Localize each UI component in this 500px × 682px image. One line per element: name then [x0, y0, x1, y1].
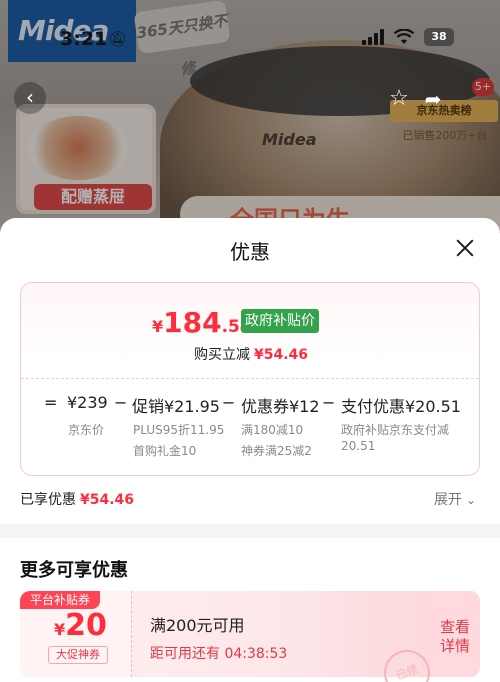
instant-discount-line: 购买立减 ¥54.46	[194, 344, 308, 364]
final-price-currency: ¥	[152, 317, 164, 336]
share-icon[interactable]: ➦	[420, 86, 446, 112]
back-button[interactable]: ‹	[14, 82, 46, 114]
formula-coupon-sub-2: 神券满25减2	[241, 444, 312, 458]
coupon-action-line-1: 查看	[439, 618, 470, 636]
formula-list-price-label: 京东价	[68, 423, 105, 437]
formula-coupon-sub-1: 满180减10	[241, 423, 304, 437]
dashed-divider	[21, 378, 479, 379]
formula-minus: −	[222, 393, 236, 412]
more-offers-title: 更多可享优惠	[20, 560, 128, 581]
final-price: ¥184.54	[152, 306, 252, 339]
instant-discount-label: 购买立减	[194, 347, 250, 363]
expand-label: 展开	[434, 492, 462, 508]
section-gap	[0, 524, 500, 538]
gov-subsidy-tag: 政府补贴价	[241, 309, 319, 333]
formula-minus: −	[114, 393, 128, 412]
expand-button[interactable]: 展开 ⌄	[434, 489, 476, 509]
status-time: 3:21	[60, 28, 108, 50]
coupon-action-line-2: 详情	[439, 637, 470, 655]
coupon-kind-badge: 大促神券	[48, 646, 108, 664]
mute-icon: 🔕︎	[108, 30, 128, 48]
final-price-integer: 184	[163, 306, 222, 339]
coupon-type-tag: 平台补贴券	[20, 591, 100, 609]
sheet-title: 优惠	[230, 240, 270, 264]
favorite-icon[interactable]: ☆	[386, 86, 412, 112]
enjoyed-discount-amount: ¥54.46	[80, 492, 135, 508]
formula-payment-discount: 支付优惠¥20.51	[341, 397, 461, 416]
status-icons: 38	[362, 28, 454, 46]
signal-icon	[362, 29, 384, 45]
coupon-currency: ¥	[54, 620, 66, 639]
wifi-icon	[394, 29, 414, 44]
coupon-countdown: 距可用还有 04:38:53	[150, 646, 288, 662]
enjoyed-discount-row: 已享优惠 ¥54.46	[20, 489, 134, 509]
enjoyed-discount-label: 已享优惠	[20, 492, 76, 508]
formula-minus: −	[322, 393, 336, 412]
instant-discount-amount: ¥54.46	[254, 347, 309, 363]
battery-icon: 38	[424, 28, 454, 46]
coupon-condition: 满200元可用	[150, 616, 245, 635]
chevron-down-icon: ⌄	[466, 493, 477, 507]
formula-equals: =	[44, 393, 58, 412]
formula-list-price: ¥239	[67, 393, 108, 412]
close-icon[interactable]	[452, 235, 478, 261]
coupon-details-button[interactable]: 查看 详情	[430, 591, 480, 677]
formula-promotion-sub-2: 首购礼金10	[133, 444, 197, 458]
formula-promotion: 促销¥21.95	[132, 397, 220, 416]
formula-promotion-sub-1: PLUS95折11.95	[133, 423, 225, 437]
coupon-value: ¥20	[54, 608, 107, 643]
coupon-amount: 20	[65, 608, 107, 643]
formula-coupon: 优惠券¥12	[241, 397, 320, 416]
formula-payment-sub-2: 20.51	[341, 439, 376, 453]
